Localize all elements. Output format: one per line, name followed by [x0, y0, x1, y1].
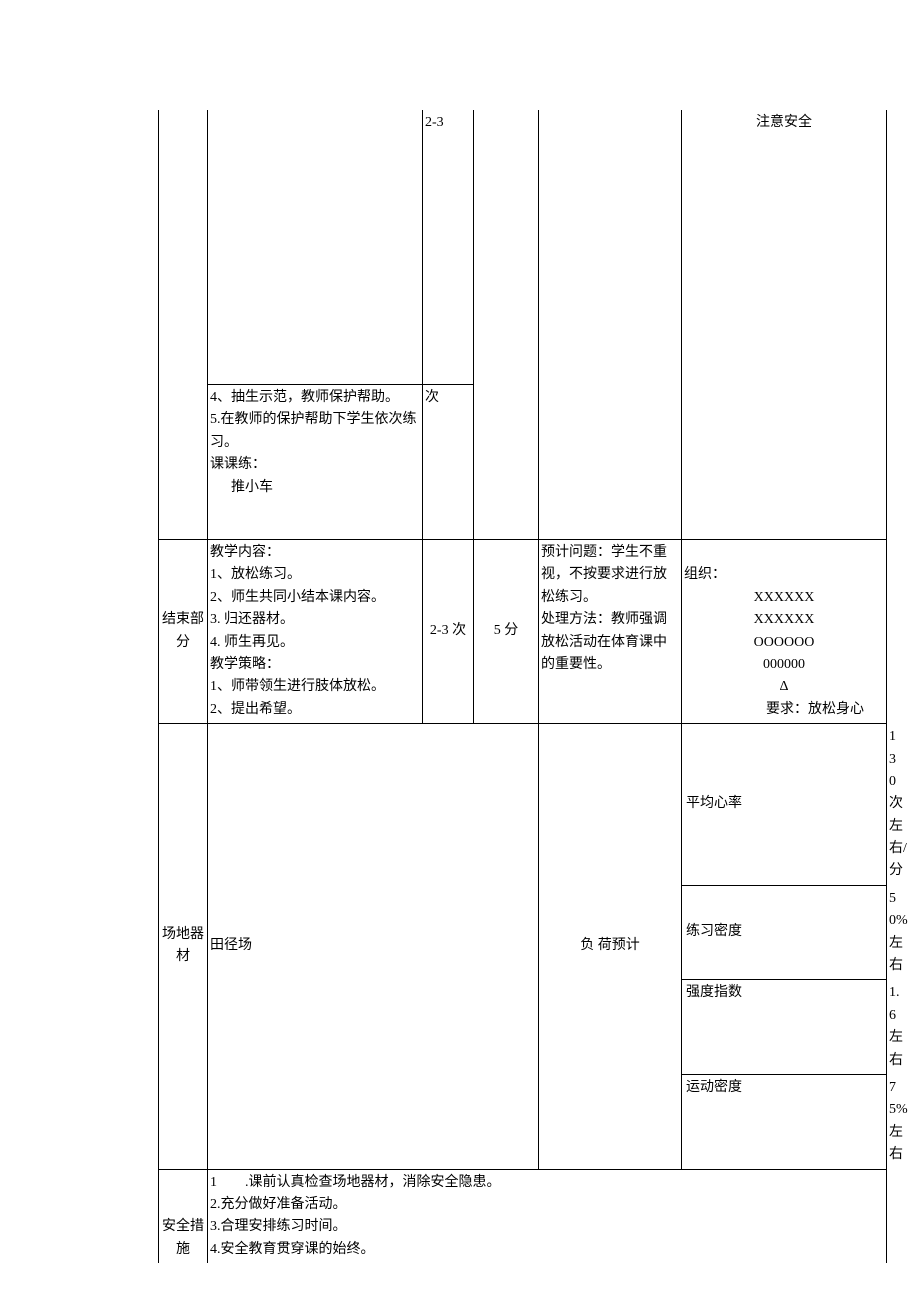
page-container: 2-3 注意安全 4、抽生示范，教师保护帮助。 5.在教师的保护帮助下学生依次练…: [0, 0, 920, 1301]
lesson-plan-table: 2-3 注意安全 4、抽生示范，教师保护帮助。 5.在教师的保护帮助下学生依次练…: [158, 110, 887, 1263]
organization-cell: 组织： XXXXXX XXXXXX OOOOOO 000000 Δ 要求：放松身…: [682, 540, 887, 724]
content-line: 2、提出希望。: [210, 702, 301, 717]
org-line: XXXXXX: [754, 590, 815, 605]
times-text: 次: [425, 390, 439, 405]
metric-label-cell: 平均心率: [682, 724, 887, 886]
minutes-text: 5 分: [494, 623, 519, 638]
org-line: OOOOOO: [754, 635, 815, 650]
venue-text: 田径场: [210, 938, 252, 953]
metric-label-cell: 强度指数: [682, 980, 887, 1075]
safety-cell: 1 .课前认真检查场地器材，消除安全隐患。 2.充分做好准备活动。 3.合理安排…: [208, 1169, 887, 1263]
org-formation: XXXXXX XXXXXX OOOOOO 000000 Δ: [684, 587, 884, 699]
strategy-title: 教学策略：: [210, 657, 280, 672]
issue-text: 处理方法：教师强调放松活动在体育课中的重要性。: [541, 612, 667, 672]
safety-num: 1: [210, 1175, 217, 1190]
section-label-cell: 结束部分: [159, 540, 208, 724]
content-cell: 4、抽生示范，教师保护帮助。 5.在教师的保护帮助下学生依次练习。 课课练： 推…: [208, 385, 423, 540]
content-line: 2、师生共同小结本课内容。: [210, 590, 385, 605]
org-line: 000000: [763, 657, 805, 672]
content-line: 4、抽生示范，教师保护帮助。: [210, 390, 399, 405]
metric-value: 50%左右: [889, 891, 908, 973]
metric-label: 平均心率: [686, 796, 742, 811]
section-label-cell: 安全措施: [159, 1169, 208, 1263]
times-cell: 2-3: [423, 110, 474, 385]
section-label: 安全措施: [162, 1219, 204, 1256]
org-note: 注意安全: [756, 115, 812, 130]
metric-label: 练习密度: [686, 924, 742, 939]
metric-label: 强度指数: [686, 985, 742, 1000]
issue-cell: [539, 110, 682, 540]
load-label: 负 荷预计: [580, 938, 640, 953]
section-label-cell: 场地器材: [159, 724, 208, 1169]
times-text: 2-3: [425, 115, 444, 130]
content-line: 5.在教师的保护帮助下学生依次练习。: [210, 412, 417, 449]
minutes-cell: 5 分: [474, 540, 539, 724]
table-row: 场地器材 田径场 负 荷预计 平均心率 130 次左右/分: [159, 724, 887, 886]
content-line: 4. 师生再见。: [210, 635, 294, 650]
content-line: 1、放松练习。: [210, 567, 301, 582]
safety-line: 2.充分做好准备活动。: [210, 1197, 347, 1212]
issue-text: 预计问题：学生不重视，不按要求进行放松练习。: [541, 545, 667, 605]
table-row: 安全措施 1 .课前认真检查场地器材，消除安全隐患。 2.充分做好准备活动。 3…: [159, 1169, 887, 1263]
org-title: 组织：: [684, 567, 726, 582]
content-line: 课课练：: [210, 457, 266, 472]
content-cell: 教学内容： 1、放松练习。 2、师生共同小结本课内容。 3. 归还器材。 4. …: [208, 540, 423, 724]
table-row: 结束部分 教学内容： 1、放松练习。 2、师生共同小结本课内容。 3. 归还器材…: [159, 540, 887, 724]
load-label-cell: 负 荷预计: [539, 724, 682, 1169]
org-req-text: 要求：放松身心: [766, 702, 864, 717]
venue-cell: 田径场: [208, 724, 539, 1169]
content-title: 教学内容：: [210, 545, 280, 560]
safety-line: .课前认真检查场地器材，消除安全隐患。: [245, 1175, 501, 1190]
metric-value: 75%左右: [889, 1080, 908, 1162]
metric-label-cell: 运动密度: [682, 1074, 887, 1169]
metric-value: 130 次左右/分: [889, 729, 907, 878]
times-text: 2-3 次: [430, 623, 466, 638]
org-requirement: 要求：放松身心: [684, 699, 884, 721]
org-triangle: Δ: [779, 679, 788, 694]
organization-cell: 注意安全: [682, 110, 887, 540]
content-line: 推小车: [210, 477, 420, 499]
section-label-cell: [159, 110, 208, 540]
issue-cell: 预计问题：学生不重视，不按要求进行放松练习。 处理方法：教师强调放松活动在体育课…: [539, 540, 682, 724]
metric-label-cell: 练习密度: [682, 885, 887, 980]
minutes-cell: [474, 110, 539, 540]
times-cell: 2-3 次: [423, 540, 474, 724]
table-row: 2-3 注意安全: [159, 110, 887, 385]
safety-line: 4.安全教育贯穿课的始终。: [210, 1242, 375, 1257]
org-line: XXXXXX: [754, 612, 815, 627]
metric-label: 运动密度: [686, 1080, 742, 1095]
section-label: 场地器材: [162, 927, 204, 964]
safety-line: 3.合理安排练习时间。: [210, 1219, 347, 1234]
content-cell: [208, 110, 423, 385]
times-cell: 次: [423, 385, 474, 540]
content-line: 3. 归还器材。: [210, 612, 294, 627]
content-line: 1、师带领生进行肢体放松。: [210, 679, 385, 694]
section-label: 结束部分: [162, 612, 204, 649]
metric-value: 1.6 左右: [889, 985, 903, 1067]
